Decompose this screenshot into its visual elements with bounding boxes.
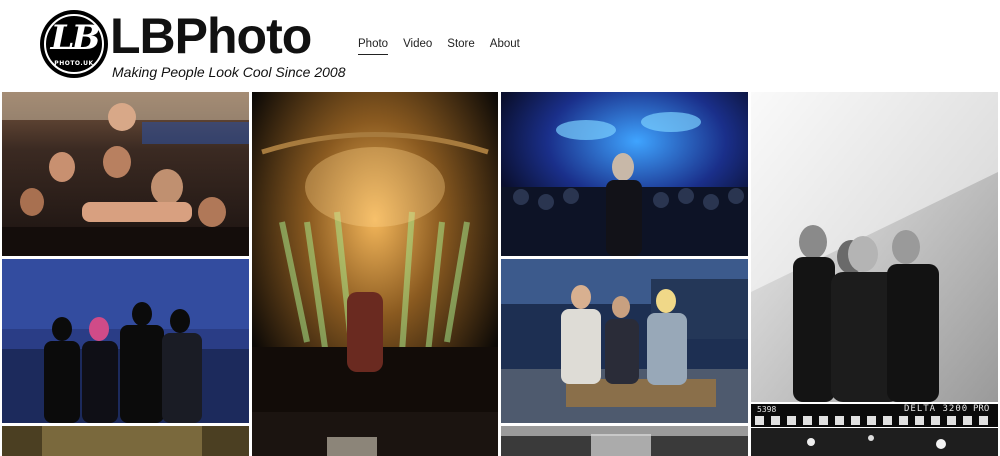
film-frame-number: 5398 <box>757 405 777 414</box>
photo-band-night[interactable] <box>2 259 249 423</box>
logo-icon[interactable]: LB PHOTO.UK <box>40 10 108 78</box>
logo-monogram: LB <box>50 18 101 58</box>
nav-about[interactable]: About <box>490 38 520 55</box>
photo-band-pallets[interactable] <box>501 259 748 423</box>
photo-warm-stage[interactable] <box>2 426 249 456</box>
nav-photo[interactable]: Photo <box>358 38 389 55</box>
photo-bw-stage[interactable] <box>501 426 748 456</box>
photo-singer-blue[interactable] <box>501 92 748 256</box>
film-strip: 5398 DELTA 3200 PRO <box>751 404 998 427</box>
site-header: LB PHOTO.UK LBPhoto Making People Look C… <box>0 0 1000 90</box>
logo-small-text: PHOTO.UK <box>54 60 94 67</box>
film-sprocket-holes <box>755 416 995 425</box>
photo-band-bw[interactable] <box>751 92 998 402</box>
photo-bw-lights[interactable] <box>751 428 998 456</box>
nav-video[interactable]: Video <box>403 38 432 55</box>
film-brand: PRO <box>973 404 990 414</box>
film-name: DELTA 3200 <box>904 404 969 414</box>
brand-tagline: Making People Look Cool Since 2008 <box>112 64 346 80</box>
photo-crowd[interactable] <box>2 92 249 256</box>
photo-stage-lights[interactable] <box>252 92 498 456</box>
main-nav: Photo Video Store About <box>358 38 520 55</box>
nav-store[interactable]: Store <box>447 38 475 55</box>
brand-name[interactable]: LBPhoto <box>110 8 312 64</box>
